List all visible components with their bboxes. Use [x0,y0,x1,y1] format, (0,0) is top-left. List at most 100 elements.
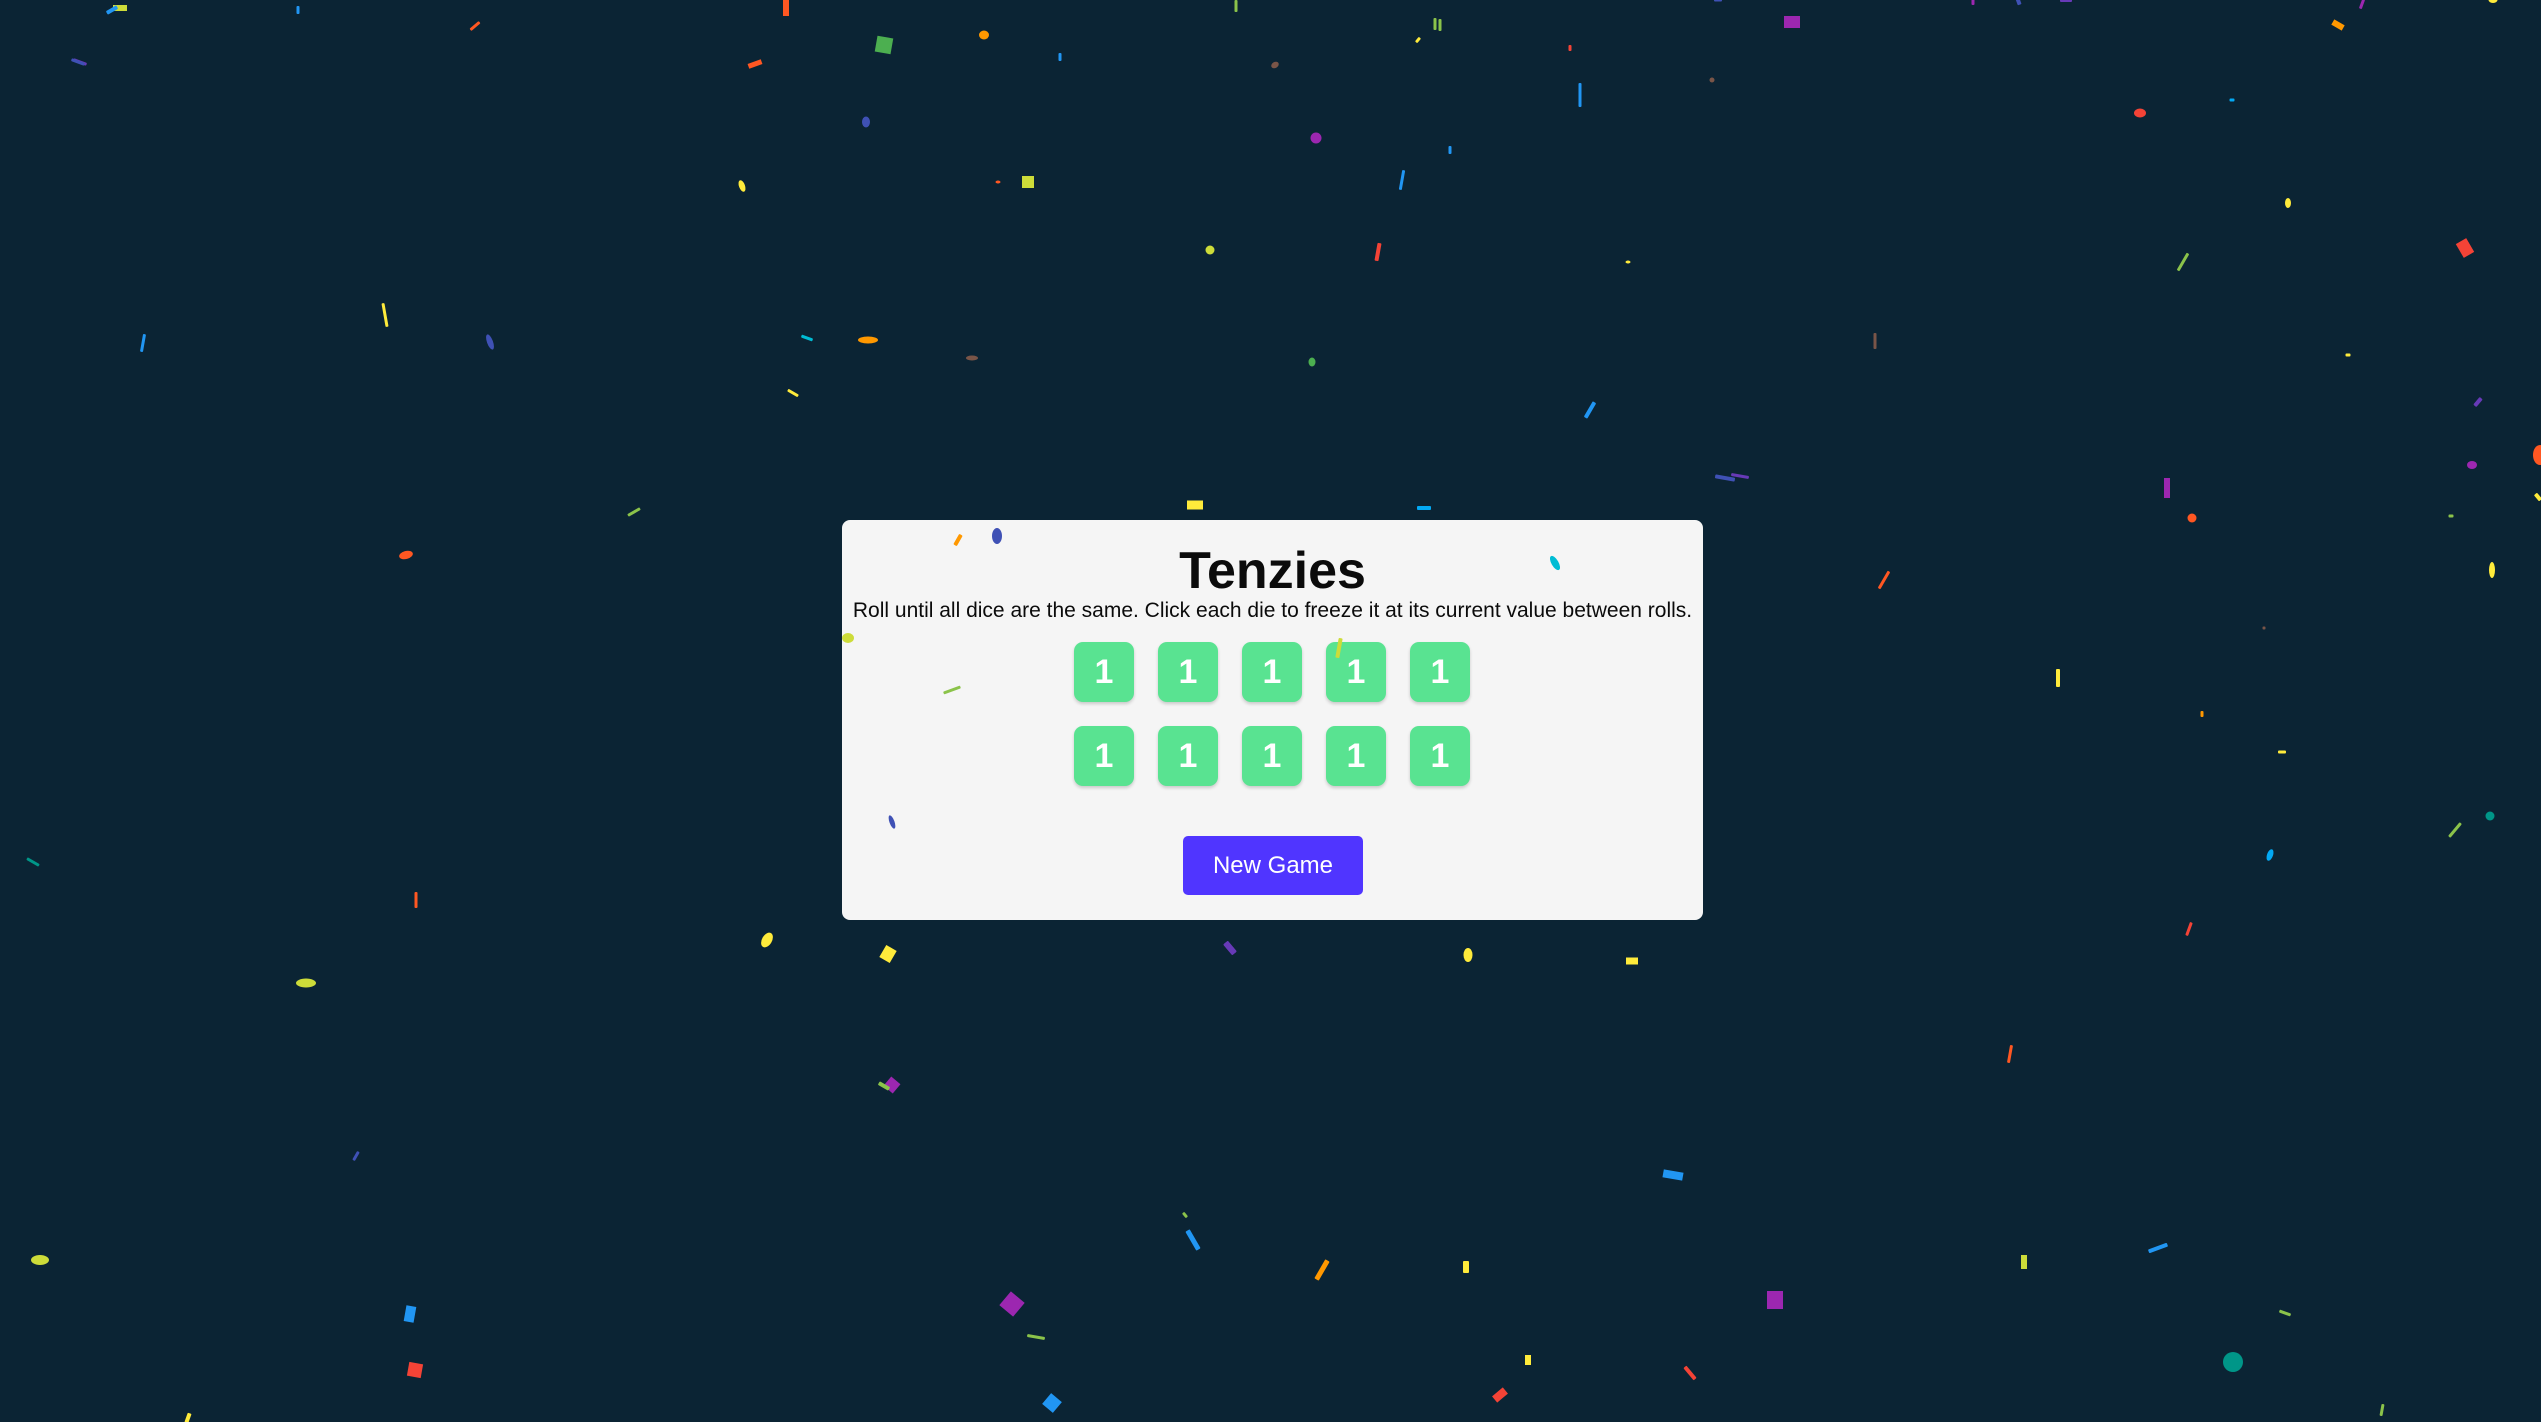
confetti-piece [761,932,773,948]
confetti-piece [140,334,146,352]
game-card: Tenzies Roll until all dice are the same… [842,520,1703,920]
confetti-piece [486,334,494,350]
confetti-piece [1234,0,1238,12]
confetti-piece [73,58,87,66]
confetti-piece [2488,0,2498,3]
dice-grid: 1 1 1 1 1 1 1 1 1 1 [1074,642,1470,786]
confetti-piece [2229,98,2235,102]
confetti-piece [2285,198,2291,208]
confetti-piece [883,1076,901,1094]
confetti-piece [2200,711,2204,717]
confetti-piece [414,892,418,908]
confetti-piece [31,1255,49,1265]
confetti-piece [2177,252,2189,272]
die-9[interactable]: 1 [1326,726,1386,786]
confetti-piece [862,116,870,128]
confetti-piece [1714,0,1722,2]
confetti-piece [738,180,746,192]
confetti-piece [1448,146,1452,154]
confetti-piece [26,857,40,867]
game-title: Tenzies [1179,542,1366,600]
die-7[interactable]: 1 [1158,726,1218,786]
confetti-piece [1415,37,1421,43]
confetti-piece [2278,750,2286,754]
confetti-piece [1438,19,1442,31]
confetti-piece [2534,493,2541,501]
confetti-piece [1709,77,1715,83]
confetti-piece [1873,333,1877,349]
confetti-piece [2164,478,2170,498]
confetti-piece [1568,45,1572,51]
confetti-piece [1578,83,1582,107]
confetti-piece [1662,1169,1684,1181]
confetti-piece [1308,357,1316,367]
confetti-piece [1223,941,1237,955]
confetti-piece [2533,445,2541,465]
confetti-piece [1463,948,1473,962]
confetti-piece [1714,474,1736,482]
confetti-piece [801,334,813,342]
confetti-piece [2185,922,2193,936]
confetti-piece [1027,1334,1045,1340]
die-5[interactable]: 1 [1410,642,1470,702]
confetti-piece [2331,19,2345,31]
new-game-button[interactable]: New Game [1183,836,1363,895]
confetti-piece [878,1081,890,1091]
confetti-piece [184,1412,192,1422]
confetti-piece [1398,170,1406,190]
die-1[interactable]: 1 [1074,642,1134,702]
confetti-piece [2262,626,2266,630]
confetti-piece [874,35,894,55]
die-8[interactable]: 1 [1242,726,1302,786]
die-3[interactable]: 1 [1242,642,1302,702]
die-4[interactable]: 1 [1326,642,1386,702]
confetti-piece [1310,132,1322,144]
confetti-piece [2455,238,2475,258]
confetti-piece [1731,473,1749,479]
confetti-piece [403,1305,417,1323]
confetti-piece [469,21,481,31]
confetti-piece [399,550,413,560]
confetti-piece [1878,570,1890,590]
confetti-piece [1463,1261,1469,1273]
confetti-piece [71,58,85,66]
confetti-piece [879,944,897,964]
confetti-piece [747,59,763,69]
confetti-piece [2223,1352,2243,1372]
confetti-piece [2279,1309,2291,1317]
confetti-piece [1584,401,1596,419]
confetti-piece [296,978,316,988]
confetti-piece [2014,0,2022,6]
confetti-piece [995,180,1001,184]
confetti-piece [2448,514,2454,518]
game-instructions: Roll until all dice are the same. Click … [852,599,1693,622]
confetti-piece [1626,957,1638,965]
confetti-piece [858,336,878,344]
confetti-piece [1042,1393,1062,1413]
confetti-piece [1185,1229,1201,1251]
die-10[interactable]: 1 [1410,726,1470,786]
die-6[interactable]: 1 [1074,726,1134,786]
confetti-piece [1223,941,1237,955]
confetti-piece [1314,1259,1330,1281]
confetti-piece [2379,1403,2385,1417]
confetti-piece [296,6,300,14]
confetti-piece [2467,461,2477,469]
confetti-piece [2021,1255,2027,1269]
confetti-piece [2448,822,2462,838]
confetti-piece [2134,108,2146,118]
confetti-piece [627,507,641,517]
confetti-piece [1492,1387,1508,1403]
confetti-piece [979,30,989,40]
die-2[interactable]: 1 [1158,642,1218,702]
confetti-piece [966,355,978,361]
confetti-piece [1525,1355,1531,1365]
confetti-piece [2056,669,2060,687]
confetti-piece [381,303,389,327]
confetti-piece [2266,849,2274,861]
confetti-piece [406,1361,424,1379]
confetti-piece [2473,397,2483,407]
confetti-piece [1971,0,1975,5]
confetti-piece [1058,53,1062,61]
confetti-piece [2489,562,2495,578]
